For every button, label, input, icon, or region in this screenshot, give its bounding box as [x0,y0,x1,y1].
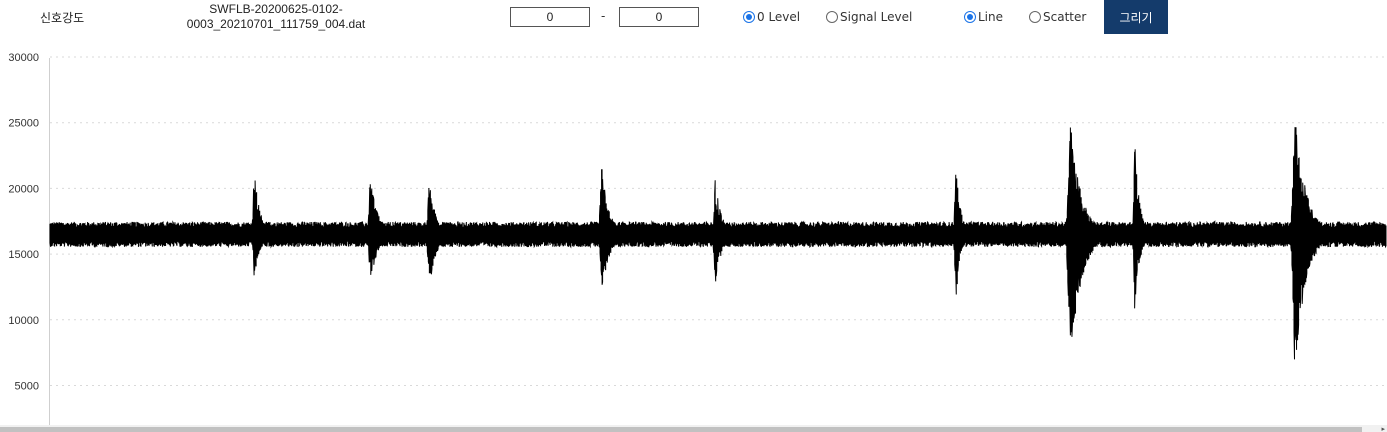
draw-button[interactable]: 그리기 [1104,0,1168,34]
signal-level-label: Signal Level [840,10,913,24]
signal-series-line [49,127,1387,360]
y-axis-ticks: 5000 10000 15000 20000 25000 30000 [8,52,39,393]
radio-empty-icon [1029,11,1041,23]
scatter-label: Scatter [1043,10,1087,24]
radio-empty-icon [826,11,838,23]
file-name-line-1: SWFLB-20200625-0102- [209,2,343,16]
y-tick-label: 30000 [8,52,39,64]
y-tick-label: 25000 [8,118,39,130]
file-name-line-2: 0003_20210701_111759_004.dat [186,17,366,31]
radio-selected-icon [964,11,976,23]
scatter-radio[interactable]: Scatter [1029,10,1086,24]
range-separator: - [601,9,606,23]
radio-selected-icon [743,11,755,23]
signal-level-radio[interactable]: Signal Level [826,10,912,24]
toolbar: 신호강도 SWFLB-20200625-0102- 0003_20210701_… [0,0,1387,40]
line-label: Line [978,10,1004,24]
y-tick-label: 5000 [15,381,39,393]
y-tick-label: 20000 [8,183,39,195]
range-end-input[interactable] [619,7,699,27]
zero-level-label: 0 Level [757,10,801,24]
zero-level-radio[interactable]: 0 Level [743,10,800,24]
file-name: SWFLB-20200625-0102- 0003_20210701_11175… [176,2,376,32]
range-start-input[interactable] [510,7,590,27]
signal-strength-label: 신호강도 [40,11,85,25]
signal-chart: 5000 10000 15000 20000 25000 30000 [8,52,1387,425]
y-tick-label: 10000 [8,315,39,327]
line-radio[interactable]: Line [964,10,1003,24]
horizontal-scrollbar[interactable]: ▸ [0,425,1387,432]
scroll-right-arrow-icon[interactable]: ▸ [1381,426,1385,432]
scrollbar-thumb[interactable] [0,427,1362,432]
y-tick-label: 15000 [8,249,39,261]
